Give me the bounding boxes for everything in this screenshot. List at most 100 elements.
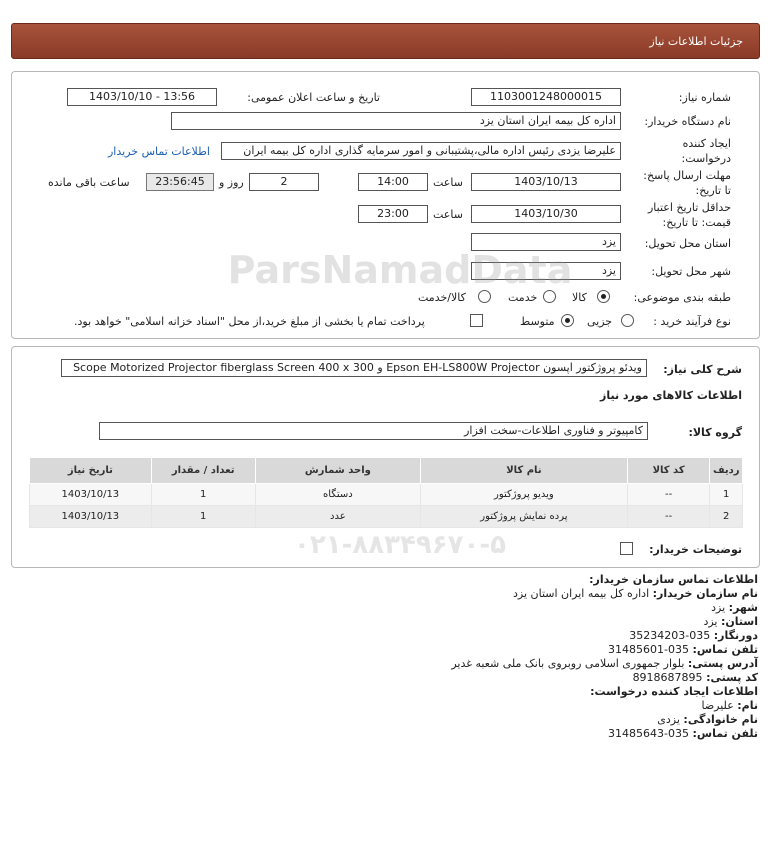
contact-phone-row: تلفن تماس: 035-31485601 [608,643,758,656]
contact-fax-label: دورنگار: [713,629,758,642]
cell-date: 1403/10/13 [29,483,152,506]
contact-city-label: شهر: [728,601,758,614]
creator-family-value: یزدی [657,713,680,726]
col-qty: تعداد / مقدار [150,457,256,484]
goods-group-label: گروه کالا: [688,426,742,439]
remaining-time-field: 23:56:45 [146,173,214,191]
contact-city-row: شهر: یزد [711,601,758,614]
col-date: تاریخ نیاز [29,457,152,484]
contact-province-value: یزد [703,615,718,628]
page-title: جزئیات اطلاعات نیاز [649,35,743,48]
cell-qty: 1 [150,483,256,506]
contact-org-value: اداره کل بیمه ایران استان یزد [512,587,650,600]
category-service-label: خدمت [508,291,538,304]
contact-province-row: استان: یزد [703,615,758,628]
contact-phone-value: 035-31485601 [608,643,690,656]
cell-code: -- [626,505,711,528]
contact-title: اطلاعات تماس سازمان خریدار: [589,573,758,586]
creator-phone-row: تلفن تماس: 035-31485643 [608,727,758,740]
cell-unit: دستگاه [254,483,422,506]
contact-org-label: نام سازمان خریدار: [652,587,758,600]
province-field: یزد [471,233,621,251]
province-label: استان محل تحویل: [644,237,731,250]
process-medium-label: متوسط [520,315,555,328]
contact-org-row: نام سازمان خریدار: اداره کل بیمه ایران ا… [513,587,758,600]
cell-code: -- [626,483,711,506]
contact-fax-value: 035-35234203 [629,629,711,642]
process-medium-radio[interactable] [561,314,574,327]
creator-field: علیرضا یزدی رئیس اداره مالی،پشتیبانی و ا… [221,142,621,160]
col-row: ردیف [709,457,743,484]
cell-date: 1403/10/13 [29,505,152,528]
contact-city-value: یزد [711,601,726,614]
reply-deadline-label-1: مهلت ارسال پاسخ: [643,169,731,182]
need-description-field: ویدئو پروژکتور اپسون Epson EH-LS800W Pro… [61,359,647,377]
contact-postal-value: 8918687895 [632,671,703,684]
buyer-notes-label: توضیحات خریدار: [649,543,742,556]
cell-name: پرده نمایش پروژکتور [420,505,628,528]
validity-label-2: قیمت: تا تاریخ: [662,216,731,229]
payment-note: پرداخت تمام یا بخشی از مبلغ خرید،از محل … [74,315,425,328]
buyer-org-field: اداره کل بیمه ایران استان یزد [171,112,621,130]
need-number-field: 1103001248000015 [471,88,621,106]
cell-unit: عدد [254,505,422,528]
creator-label-1: ایجاد کننده [682,137,731,150]
col-unit: واحد شمارش [254,457,422,484]
validity-time-field: 23:00 [358,205,428,223]
city-field: یزد [471,262,621,280]
creator-label-2: درخواست: [681,152,731,165]
remaining-label: ساعت باقی مانده [48,176,130,189]
creator-family-label: نام خانوادگی: [683,713,758,726]
cell-row: 1 [709,483,743,506]
category-service-radio[interactable] [543,290,556,303]
days-field: 2 [249,173,319,191]
contact-address-label: آدرس پستی: [687,657,758,670]
reply-date-field: 1403/10/13 [471,173,621,191]
contact-postal-row: کد پستی: 8918687895 [633,671,758,684]
cell-name: ویدیو پروژکتور [420,483,628,506]
reply-time-field: 14:00 [358,173,428,191]
creator-phone-label: تلفن تماس: [692,727,758,740]
category-label: طبقه بندی موضوعی: [633,291,731,304]
table-row: 1 -- ویدیو پروژکتور دستگاه 1 1403/10/13 [29,483,743,506]
page-header: جزئیات اطلاعات نیاز [11,23,760,59]
validity-time-label: ساعت [433,208,463,221]
goods-info-title: اطلاعات کالاهای مورد نیاز [600,389,742,402]
contact-phone-label: تلفن تماس: [692,643,758,656]
goods-table-header: ردیف کد کالا نام کالا واحد شمارش تعداد /… [29,457,743,484]
contact-province-label: استان: [721,615,758,628]
reply-time-label: ساعت [433,176,463,189]
buyer-notes-checkbox[interactable] [620,542,633,555]
days-label: روز و [219,176,244,189]
cell-row: 2 [709,505,743,528]
category-goods-radio[interactable] [597,290,610,303]
category-goods-service-radio[interactable] [478,290,491,303]
contact-address-value: بلوار جمهوری اسلامی روبروی بانک ملی شعبه… [451,657,685,670]
city-label: شهر محل تحویل: [651,265,731,278]
need-items-panel: شرح کلی نیاز: ویدئو پروژکتور اپسون Epson… [11,346,760,568]
col-name: نام کالا [420,457,628,484]
buyer-contact-link[interactable]: اطلاعات تماس خریدار [108,145,210,158]
buyer-org-label: نام دستگاه خریدار: [644,115,731,128]
cell-qty: 1 [150,505,256,528]
process-label: نوع فرآیند خرید : [653,315,731,328]
contact-address-row: آدرس پستی: بلوار جمهوری اسلامی روبروی با… [451,657,758,670]
creator-info-title: اطلاعات ایجاد کننده درخواست: [590,685,758,698]
creator-name-value: علیرضا [701,699,734,712]
process-partial-radio[interactable] [621,314,634,327]
contact-postal-label: کد پستی: [706,671,758,684]
treasury-payment-checkbox[interactable] [470,314,483,327]
creator-family-row: نام خانوادگی: یزدی [657,713,758,726]
process-partial-label: جزیی [587,315,613,328]
category-goods-label: کالا [572,291,587,304]
creator-phone-value: 035-31485643 [608,727,690,740]
reply-deadline-label-2: تا تاریخ: [695,184,731,197]
col-code: کد کالا [626,457,711,484]
contact-fax-row: دورنگار: 035-35234203 [629,629,758,642]
goods-table: ردیف کد کالا نام کالا واحد شمارش تعداد /… [29,457,743,528]
need-details-panel: شماره نیاز: 1103001248000015 تاریخ و ساع… [11,71,760,339]
table-row: 2 -- پرده نمایش پروژکتور عدد 1 1403/10/1… [29,505,743,528]
creator-name-label: نام: [737,699,758,712]
goods-group-field: کامپیوتر و فناوری اطلاعات-سخت افزار [99,422,648,440]
validity-label-1: حداقل تاریخ اعتبار [647,201,731,214]
